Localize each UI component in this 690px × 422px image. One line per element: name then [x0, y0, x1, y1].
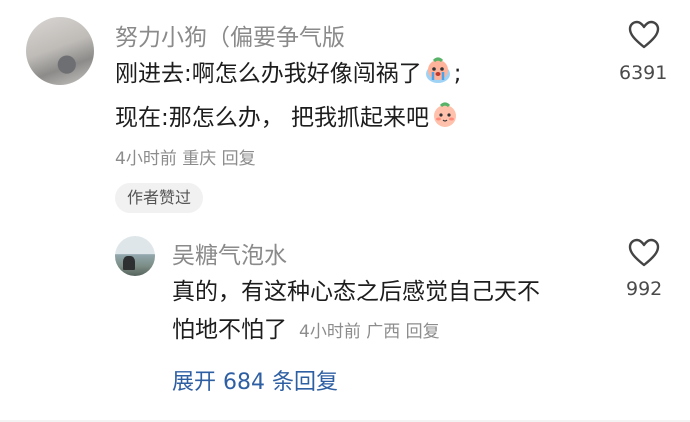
heart-icon[interactable] [628, 238, 660, 268]
reply-text: 怕地不怕了 [172, 317, 287, 343]
like-count: 992 [626, 278, 663, 300]
reply-meta[interactable]: 4小时前 广西 回复 [299, 322, 440, 342]
like-button[interactable] [622, 238, 666, 268]
comment-text-line: 刚进去:啊怎么办我好像闯祸了 ; [115, 56, 462, 92]
username[interactable]: 吴糖气泡水 [172, 236, 287, 270]
like-button[interactable] [622, 20, 666, 50]
comment-text-suffix: ; [453, 61, 462, 87]
heart-icon[interactable] [628, 20, 660, 50]
author-liked-badge: 作者赞过 [115, 183, 204, 213]
comment-meta[interactable]: 4小时前 重庆 回复 [115, 144, 256, 169]
username[interactable]: 努力小狗（偏要争气版 [115, 18, 345, 52]
expand-replies-link[interactable]: 展开 684 条回复 [172, 364, 338, 396]
comment-text: 刚进去:啊怎么办我好像闯祸了 [115, 61, 422, 87]
avatar[interactable] [115, 236, 155, 276]
smiling-peach-emoji-icon [434, 102, 457, 127]
avatar[interactable] [26, 17, 94, 85]
reply-text-line: 怕地不怕了 4小时前 广西 回复 [172, 312, 440, 350]
comment-text: 现在:那怎么办， 把我抓起来吧 [115, 105, 430, 131]
like-count: 6391 [619, 62, 668, 84]
comment-text-line: 现在:那怎么办， 把我抓起来吧 [115, 100, 461, 136]
crying-peach-emoji-icon [425, 57, 450, 83]
reply-text: 真的，有这种心态之后感觉自己天不 [172, 279, 540, 305]
